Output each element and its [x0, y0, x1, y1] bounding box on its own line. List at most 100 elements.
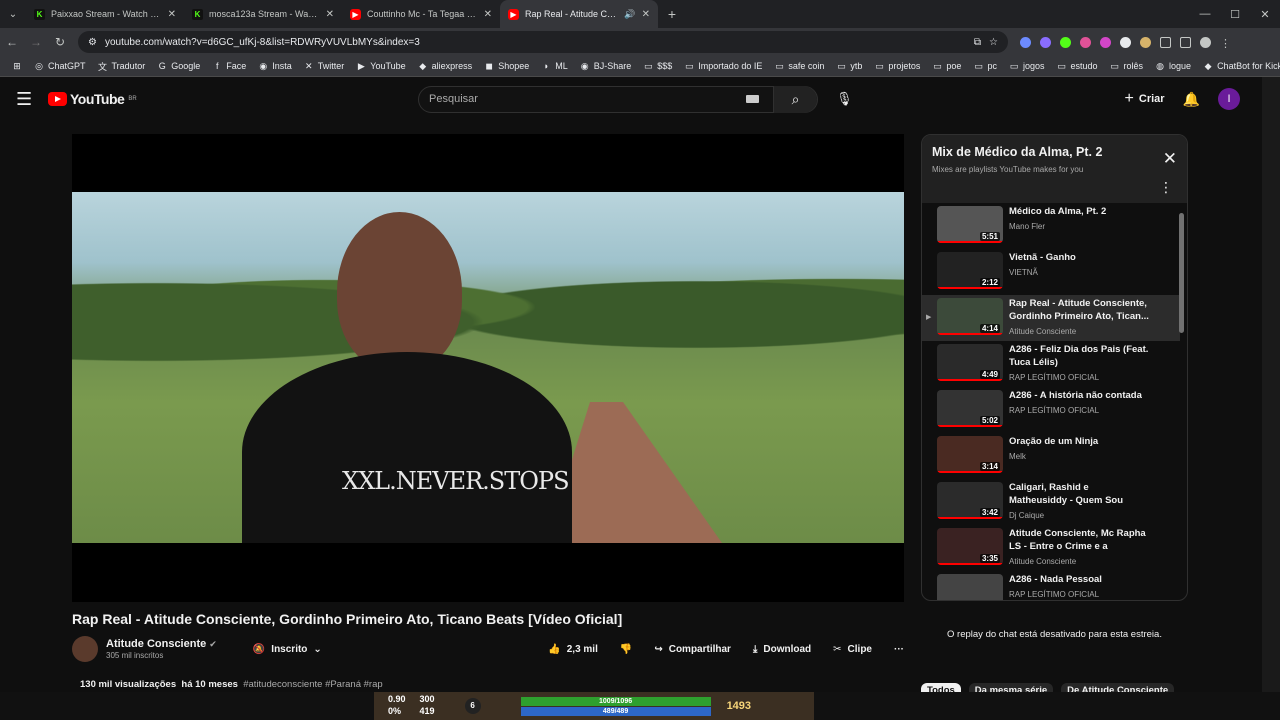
playlist-item[interactable]: 3:35 Atitude Consciente, Mc Rapha LS - En… — [922, 525, 1180, 571]
extension-icon[interactable] — [1040, 36, 1051, 48]
video-thumbnail[interactable]: 3:35 — [937, 528, 1003, 565]
more-actions-icon[interactable]: ··· — [894, 644, 904, 655]
bookmark-item[interactable]: ◆ ChatBot for Kick — [1197, 61, 1280, 72]
back-icon[interactable]: ← — [0, 35, 24, 49]
puzzle-icon[interactable] — [1160, 36, 1171, 48]
mic-icon[interactable]: 🎙 — [836, 91, 853, 107]
apps-grid-icon[interactable]: ⊞ — [6, 61, 28, 72]
bookmark-item[interactable]: ▭ rolês — [1104, 61, 1150, 72]
media-icon[interactable] — [1180, 36, 1191, 48]
video-thumbnail[interactable]: 5:02 — [937, 390, 1003, 427]
bookmark-item[interactable]: 文 Tradutor — [92, 60, 152, 73]
subscribed-button[interactable]: 🔕 Inscrito ⌄ — [253, 644, 322, 655]
bookmark-item[interactable]: ◎ ChatGPT — [28, 61, 92, 72]
url-field[interactable]: ⚙ youtube.com/watch?v=d6GC_ufKj-8&list=R… — [78, 31, 1008, 53]
extension-icon[interactable] — [1080, 36, 1091, 48]
dislike-button[interactable]: 👎 — [620, 644, 632, 655]
bookmark-item[interactable]: ✕ Twitter — [298, 61, 351, 72]
share-button[interactable]: ↪ Compartilhar — [654, 644, 731, 655]
close-tab-icon[interactable]: ✕ — [642, 9, 650, 20]
channel-avatar[interactable] — [72, 636, 98, 662]
video-player[interactable]: XXL.NEVER.STOPS — [72, 134, 904, 602]
notifications-bell-icon[interactable]: 🔔 — [1183, 91, 1200, 108]
browser-tab-2[interactable]: K mosca123a Stream - Watch Live ✕ — [184, 0, 342, 28]
minimize-icon[interactable]: — — [1190, 8, 1220, 21]
hamburger-menu-icon[interactable]: ☰ — [16, 89, 40, 110]
watched-progress-bar — [937, 471, 1003, 473]
audio-playing-icon[interactable]: 🔊 — [624, 9, 635, 20]
bookmark-item[interactable]: G Google — [151, 61, 206, 71]
video-stats[interactable]: 130 mil visualizações há 10 meses #atitu… — [80, 679, 383, 690]
new-tab-button[interactable]: + — [658, 6, 686, 22]
playlist-item[interactable]: 3:36 A286 - Nada Pessoal RAP LEGÍTIMO OFIC… — [922, 571, 1180, 600]
bookmark-item[interactable]: ◉ BJ-Share — [574, 61, 638, 72]
playlist-item[interactable]: 4:49 A286 - Feliz Dia dos Pais (Feat. Tuc… — [922, 341, 1180, 387]
video-thumbnail[interactable]: 4:49 — [937, 344, 1003, 381]
video-thumbnail[interactable]: 5:51 — [937, 206, 1003, 243]
download-button[interactable]: ⤓ Download — [753, 644, 811, 655]
browser-tab-4[interactable]: ▶ Rap Real - Atitude Consciente 🔊 ✕ — [500, 0, 658, 28]
playlist-more-icon[interactable]: ⋮ — [1159, 179, 1173, 196]
bookmark-item[interactable]: ▭ poe — [926, 61, 967, 72]
reload-icon[interactable]: ↻ — [48, 35, 72, 49]
clip-button[interactable]: ✂ Clipe — [833, 644, 872, 655]
close-playlist-icon[interactable]: ✕ — [1163, 149, 1177, 169]
playlist-item[interactable]: 3:14 Oração de um Ninja Melk — [922, 433, 1180, 479]
extension-icon[interactable] — [1100, 36, 1111, 48]
bookmark-item[interactable]: ▭ ytb — [830, 61, 868, 72]
bookmark-item[interactable]: ▶ YouTube — [350, 61, 411, 72]
site-info-icon[interactable]: ⚙ — [88, 37, 97, 48]
bookmark-item[interactable]: ◗ ML — [535, 61, 574, 71]
playlist-title[interactable]: Mix de Médico da Alma, Pt. 2 — [932, 145, 1177, 159]
video-thumbnail[interactable]: 3:42 — [937, 482, 1003, 519]
tab-search-icon[interactable]: ⌄ — [0, 0, 26, 28]
extension-icon[interactable] — [1120, 36, 1131, 48]
video-thumbnail[interactable]: 4:14 — [937, 298, 1003, 335]
close-tab-icon[interactable]: ✕ — [326, 9, 334, 20]
like-button[interactable]: 👍 2,3 mil — [548, 644, 598, 655]
bookmark-item[interactable]: ▭ Importado do IE — [678, 61, 768, 72]
keyboard-icon[interactable] — [746, 95, 759, 103]
extension-icon[interactable] — [1060, 36, 1071, 48]
share-icon: ↪ — [654, 643, 663, 655]
bookmark-item[interactable]: ◉ Insta — [252, 61, 298, 72]
playlist-scrollbar[interactable] — [1179, 213, 1184, 333]
bookmark-item[interactable]: f Face — [206, 61, 252, 71]
menu-kebab-icon[interactable]: ⋮ — [1220, 37, 1231, 50]
create-button[interactable]: + Criar — [1125, 90, 1165, 108]
maximize-icon[interactable]: ☐ — [1220, 8, 1250, 21]
search-input[interactable] — [419, 93, 746, 105]
bookmark-item[interactable]: ▭ pc — [967, 61, 1003, 72]
playlist-item[interactable]: 5:51 Médico da Alma, Pt. 2 Mano Fler — [922, 203, 1180, 249]
close-tab-icon[interactable]: ✕ — [484, 9, 492, 20]
bookmark-star-icon[interactable]: ☆ — [989, 37, 998, 48]
bookmark-item[interactable]: ▭ projetos — [868, 61, 926, 72]
bookmark-item[interactable]: ▭ jogos — [1003, 61, 1051, 72]
extension-icon[interactable] — [1020, 36, 1031, 48]
bookmark-item[interactable]: ◆ aliexpress — [412, 61, 479, 72]
playlist-item[interactable]: 2:12 Vietnã - Ganho VIETNÃ — [922, 249, 1180, 295]
bookmark-item[interactable]: ▭ $$$ — [637, 61, 678, 72]
video-thumbnail[interactable]: 3:14 — [937, 436, 1003, 473]
profile-icon[interactable] — [1200, 36, 1211, 48]
playlist-item[interactable]: ▶ 4:14 Rap Real - Atitude Consciente, Gord… — [922, 295, 1180, 341]
search-button[interactable]: ⌕ — [773, 85, 817, 113]
forward-icon[interactable]: → — [24, 35, 48, 49]
youtube-logo[interactable]: YouTube BR — [48, 91, 137, 107]
bookmark-item[interactable]: ◍ logue — [1149, 61, 1197, 72]
playlist-item[interactable]: 5:02 A286 - A história não contada RAP LEG… — [922, 387, 1180, 433]
video-thumbnail[interactable]: 2:12 — [937, 252, 1003, 289]
channel-name[interactable]: Atitude Consciente ✔ — [106, 638, 217, 651]
video-thumbnail[interactable]: 3:36 — [937, 574, 1003, 600]
bookmark-item[interactable]: ◼ Shopee — [478, 61, 535, 72]
extension-icon[interactable] — [1140, 36, 1151, 48]
bookmark-item[interactable]: ▭ estudo — [1050, 61, 1103, 72]
account-avatar[interactable]: I — [1218, 88, 1240, 110]
playlist-item[interactable]: 3:42 Caligari, Rashid e Matheusiddy - Que… — [922, 479, 1180, 525]
close-window-icon[interactable]: ✕ — [1250, 8, 1280, 21]
browser-tab-1[interactable]: K Paixxao Stream - Watch Live on ✕ — [26, 0, 184, 28]
bookmark-item[interactable]: ▭ safe coin — [768, 61, 830, 72]
browser-tab-3[interactable]: ▶ Couttinho Mc - Ta Tegaa (Flow ✕ — [342, 0, 500, 28]
close-tab-icon[interactable]: ✕ — [168, 9, 176, 20]
cast-icon[interactable]: ⧉ — [974, 37, 981, 48]
